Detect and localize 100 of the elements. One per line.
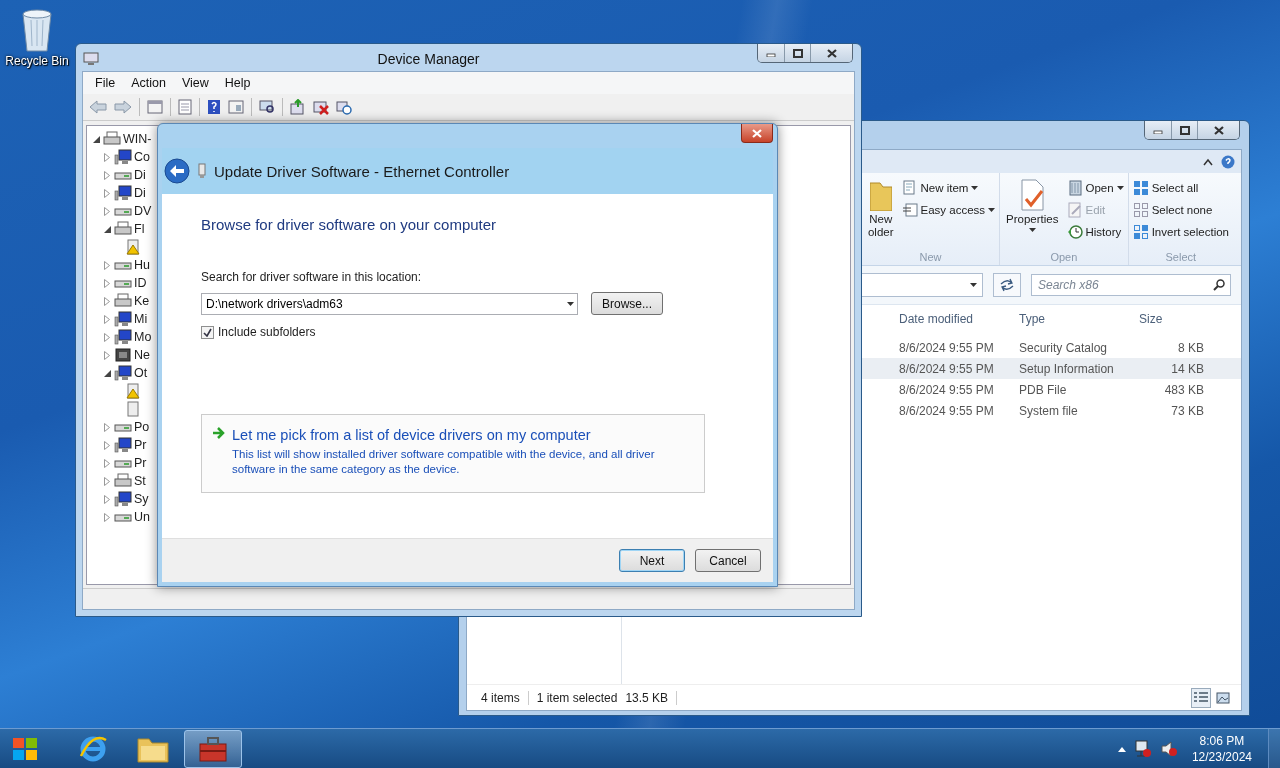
tree-item[interactable]: Pr bbox=[134, 456, 147, 470]
monitor-icon bbox=[114, 149, 132, 165]
column-header[interactable]: Type bbox=[1010, 312, 1130, 326]
option-link[interactable]: Let me pick from a list of device drivers on my computer bbox=[232, 427, 692, 443]
tree-item[interactable]: DV bbox=[134, 204, 152, 218]
search-field[interactable]: Search x86 bbox=[1031, 274, 1231, 296]
monitor-icon bbox=[114, 491, 132, 507]
ribbon-button[interactable]: Open bbox=[1066, 179, 1124, 197]
device-icon[interactable] bbox=[125, 239, 141, 255]
expander-icon[interactable] bbox=[102, 224, 112, 234]
column-header[interactable]: Date modified bbox=[890, 312, 1010, 326]
device-icon[interactable] bbox=[125, 383, 141, 399]
large-icons-view-icon bbox=[1216, 691, 1230, 704]
tree-item[interactable]: Ne bbox=[134, 348, 150, 362]
location-combo-box[interactable]: D:\network drivers\adm63 bbox=[201, 292, 578, 315]
select-none-icon bbox=[1132, 202, 1149, 218]
ribbon-button[interactable]: Select all bbox=[1132, 179, 1229, 197]
tree-item[interactable]: Po bbox=[134, 420, 150, 434]
taskbar-button[interactable] bbox=[184, 730, 242, 768]
network-button[interactable] bbox=[1133, 740, 1152, 758]
tree-item[interactable]: Di bbox=[134, 168, 146, 182]
view-button[interactable] bbox=[1191, 687, 1211, 708]
properties-icon bbox=[1018, 179, 1047, 211]
forward-button[interactable] bbox=[112, 98, 134, 116]
caret-icon bbox=[971, 186, 979, 190]
device-icon[interactable] bbox=[125, 401, 141, 417]
menu-item[interactable]: Action bbox=[123, 74, 174, 92]
toolbar-button[interactable] bbox=[176, 97, 194, 117]
caret-icon bbox=[1116, 186, 1124, 190]
printer-icon bbox=[114, 473, 132, 489]
help-icon bbox=[1221, 154, 1235, 169]
tree-item[interactable]: Mo bbox=[134, 330, 152, 344]
tree-item[interactable]: ID bbox=[134, 276, 147, 290]
menu-item[interactable]: View bbox=[173, 74, 217, 92]
close-icon bbox=[826, 48, 837, 58]
checkbox-label[interactable]: Include subfolders bbox=[218, 325, 316, 339]
ribbon-button[interactable]: Properties bbox=[1004, 179, 1061, 251]
chevron-up-icon bbox=[1117, 746, 1126, 752]
maximize-button[interactable] bbox=[784, 44, 810, 62]
speaker-icon bbox=[1159, 740, 1178, 758]
help-icon bbox=[207, 99, 221, 115]
status-text: 4 items bbox=[473, 690, 529, 705]
status-text: 13.5 KB bbox=[617, 690, 678, 705]
tree-item[interactable]: Ot bbox=[134, 366, 148, 380]
help-button[interactable] bbox=[205, 97, 223, 117]
back-arrow-icon bbox=[89, 100, 107, 114]
enable-icon bbox=[336, 99, 352, 115]
tree-item[interactable]: Un bbox=[134, 510, 150, 524]
table-cell-text: 8/6/2024 9:55 PM bbox=[898, 382, 995, 397]
tree-item[interactable]: WIN- bbox=[123, 132, 152, 146]
ribbon-button[interactable]: Select none bbox=[1132, 201, 1229, 219]
dialog-title: Update Driver Software - Ethernet Controller bbox=[214, 162, 510, 180]
show-hidden-icons-button[interactable] bbox=[1117, 746, 1126, 752]
menu-item[interactable]: File bbox=[87, 74, 124, 92]
table-cell-text: 8/6/2024 9:55 PM bbox=[898, 403, 995, 418]
tree-item[interactable]: Hu bbox=[134, 258, 150, 272]
browse-button[interactable]: Browse... bbox=[591, 292, 663, 315]
clock[interactable]: 8:06 PM 12/23/2024 bbox=[1185, 733, 1258, 765]
column-header[interactable]: Size bbox=[1130, 312, 1210, 326]
clock-date: 12/23/2024 bbox=[1191, 749, 1252, 765]
expander-icon[interactable] bbox=[102, 368, 112, 378]
table-cell-text: 8/6/2024 9:55 PM bbox=[898, 361, 995, 376]
dialog-heading: Browse for driver software on your computer bbox=[201, 216, 498, 233]
desktop-icon-label[interactable]: Recycle Bin bbox=[5, 54, 69, 68]
dialog-button[interactable]: Cancel bbox=[695, 549, 761, 572]
tree-item[interactable]: Sy bbox=[134, 492, 149, 506]
collapse-ribbon-button[interactable] bbox=[1203, 157, 1213, 166]
tree-item[interactable]: Fl bbox=[134, 222, 145, 236]
tree-item[interactable]: Pr bbox=[134, 438, 147, 452]
scan-button[interactable] bbox=[257, 98, 277, 116]
close-icon bbox=[1213, 125, 1224, 135]
expander-icon[interactable] bbox=[91, 134, 101, 144]
tree-item[interactable]: St bbox=[134, 474, 146, 488]
ribbon-button[interactable]: New older bbox=[865, 179, 896, 251]
close-button[interactable] bbox=[1197, 121, 1239, 139]
close-button[interactable] bbox=[810, 44, 852, 62]
ribbon-button[interactable]: History bbox=[1066, 223, 1124, 241]
show-desktop-button[interactable] bbox=[1268, 729, 1280, 768]
tree-item[interactable]: Ke bbox=[134, 294, 150, 308]
dialog-button[interactable]: Next bbox=[619, 549, 685, 572]
menu-item[interactable]: Help bbox=[216, 74, 259, 92]
table-cell-text: 73 KB bbox=[1170, 403, 1205, 418]
easy-access-icon bbox=[901, 202, 918, 218]
checkbox[interactable] bbox=[201, 325, 214, 339]
back-button[interactable] bbox=[164, 158, 190, 184]
help-button[interactable] bbox=[1221, 154, 1235, 169]
tree-item[interactable]: Mi bbox=[134, 312, 148, 326]
tree-item[interactable]: Co bbox=[134, 150, 150, 164]
ribbon-button[interactable]: Easy access bbox=[901, 201, 996, 219]
option-panel[interactable]: Let me pick from a list of device drivers on my computer This list will show installed driver software compatible with the device, and all driver software in the same category as the device. bbox=[201, 414, 705, 493]
document-icon bbox=[178, 99, 192, 115]
ribbon-button[interactable]: Invert selection bbox=[1132, 223, 1229, 241]
refresh-button[interactable] bbox=[993, 273, 1021, 297]
close-button[interactable] bbox=[741, 124, 773, 143]
maximize-button[interactable] bbox=[1171, 121, 1197, 139]
toolbar-button[interactable] bbox=[145, 98, 165, 116]
tree-item[interactable]: Di bbox=[134, 186, 146, 200]
volume-button[interactable] bbox=[1159, 740, 1178, 758]
ribbon-button[interactable]: New item bbox=[901, 179, 996, 197]
update-icon bbox=[290, 99, 306, 115]
